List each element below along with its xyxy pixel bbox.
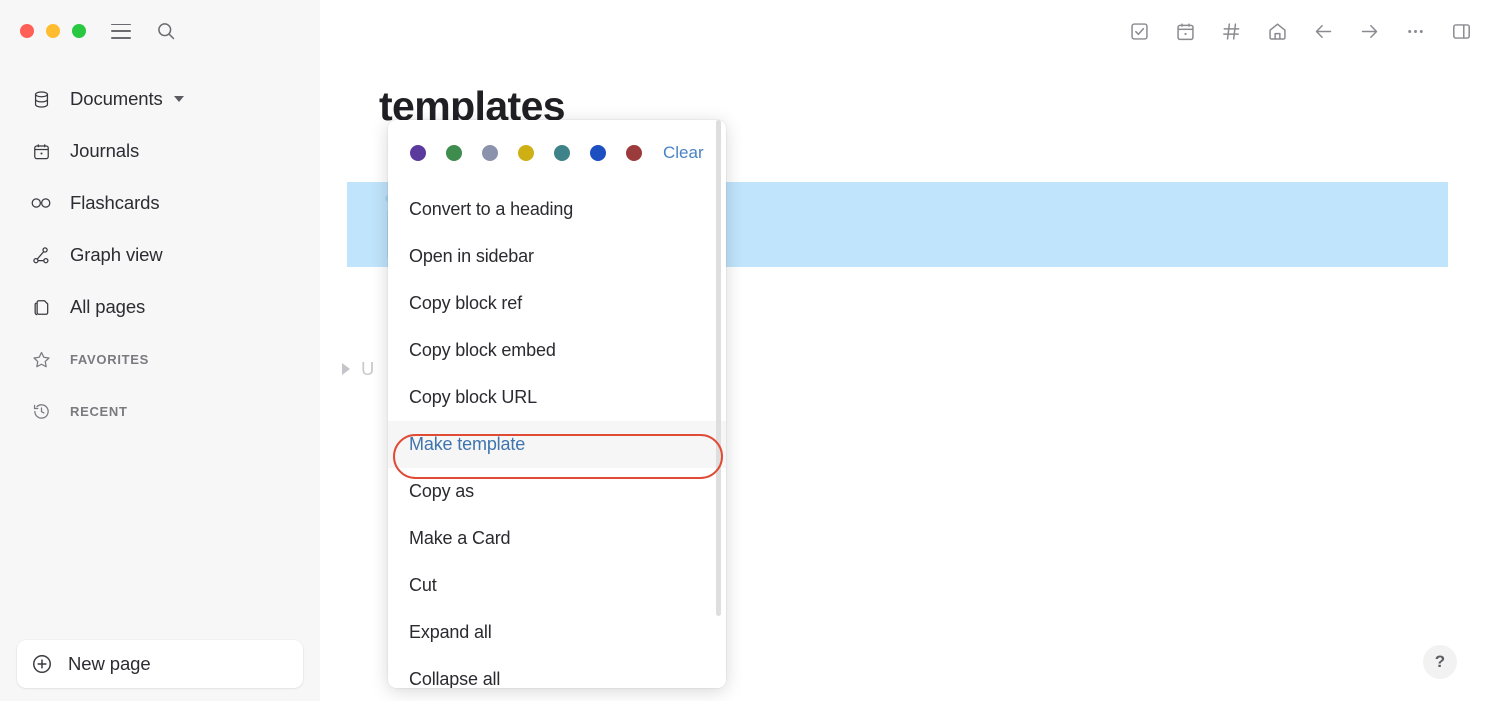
sidebar-item-graph-view[interactable]: Graph view: [0, 229, 320, 281]
close-window-button[interactable]: [20, 24, 34, 38]
menu-item-label: Copy block ref: [409, 293, 522, 313]
calendar-icon[interactable]: [1172, 18, 1198, 44]
plus-circle-icon: [30, 652, 54, 676]
home-icon[interactable]: [1264, 18, 1290, 44]
color-swatch-yellow[interactable]: [518, 145, 534, 161]
sidebar-nav: Documents Journals Flashcards Graph view…: [0, 73, 320, 437]
history-icon: [30, 400, 52, 422]
star-icon: [30, 348, 52, 370]
collapsed-block-label: U: [361, 358, 375, 379]
menu-item-label: Convert to a heading: [409, 199, 574, 219]
menu-item-cut[interactable]: Cut: [388, 562, 726, 609]
sidebar-section-favorites[interactable]: FAVORITES: [0, 333, 320, 385]
scrollbar-thumb[interactable]: [716, 120, 721, 616]
right-sidebar-icon[interactable]: [1448, 18, 1474, 44]
todo-icon[interactable]: [1126, 18, 1152, 44]
sidebar-item-label: Journals: [70, 140, 140, 161]
chevron-down-icon[interactable]: [173, 96, 184, 102]
menu-item-copy-block-ref[interactable]: Copy block ref: [388, 280, 726, 327]
color-swatch-row: Clear: [388, 120, 726, 186]
help-button[interactable]: ?: [1423, 645, 1457, 679]
color-swatch-purple[interactable]: [410, 145, 426, 161]
menu-item-expand-all[interactable]: Expand all: [388, 609, 726, 656]
color-swatch-red[interactable]: [626, 145, 642, 161]
minimize-window-button[interactable]: [46, 24, 60, 38]
sidebar-item-label: Documents: [70, 88, 163, 109]
context-menu-items: Convert to a heading Open in sidebar Cop…: [388, 186, 726, 688]
menu-item-label: Make a Card: [409, 528, 511, 548]
menu-item-copy-block-embed[interactable]: Copy block embed: [388, 327, 726, 374]
app-window: Documents Journals Flashcards Graph view…: [0, 0, 1500, 701]
menu-item-open-in-sidebar[interactable]: Open in sidebar: [388, 233, 726, 280]
hamburger-icon[interactable]: [111, 23, 131, 39]
menu-item-make-template[interactable]: Make template: [388, 421, 726, 468]
database-icon: [30, 88, 52, 110]
arrow-right-icon[interactable]: [1356, 18, 1382, 44]
context-menu-scrollbar: [716, 120, 721, 688]
menu-item-label: Open in sidebar: [409, 246, 534, 266]
sidebar-item-label: Flashcards: [70, 192, 160, 213]
top-toolbar: [1126, 18, 1474, 44]
block-context-menu: Clear Convert to a heading Open in sideb…: [388, 120, 726, 688]
menu-item-make-a-card[interactable]: Make a Card: [388, 515, 726, 562]
clear-color-button[interactable]: Clear: [663, 143, 704, 163]
window-controls: [20, 20, 177, 42]
color-swatch-green[interactable]: [446, 145, 462, 161]
menu-item-label: Cut: [409, 575, 437, 595]
sidebar-item-all-pages[interactable]: All pages: [0, 281, 320, 333]
menu-item-label: Copy as: [409, 481, 474, 501]
color-swatch-teal[interactable]: [554, 145, 570, 161]
collapsed-block[interactable]: U: [342, 358, 374, 380]
new-page-label: New page: [68, 653, 151, 674]
menu-item-label: Expand all: [409, 622, 492, 642]
ellipsis-icon[interactable]: [1402, 18, 1428, 44]
menu-item-label: Copy block embed: [409, 340, 556, 360]
sidebar-item-documents[interactable]: Documents: [0, 73, 320, 125]
arrow-left-icon[interactable]: [1310, 18, 1336, 44]
calendar-icon: [30, 140, 52, 162]
sidebar-item-label: All pages: [70, 296, 146, 317]
sidebar-section-label: RECENT: [70, 403, 128, 419]
menu-item-label: Collapse all: [409, 669, 501, 688]
color-swatch-blue[interactable]: [590, 145, 606, 161]
sidebar-item-flashcards[interactable]: Flashcards: [0, 177, 320, 229]
infinity-icon: [30, 192, 52, 214]
menu-item-label: Make template: [409, 434, 526, 454]
menu-item-copy-block-url[interactable]: Copy block URL: [388, 374, 726, 421]
sidebar: Documents Journals Flashcards Graph view…: [0, 0, 320, 701]
chevron-right-icon[interactable]: [342, 363, 350, 375]
hash-icon[interactable]: [1218, 18, 1244, 44]
menu-item-collapse-all[interactable]: Collapse all: [388, 656, 726, 688]
menu-item-convert-to-a-heading[interactable]: Convert to a heading: [388, 186, 726, 233]
sidebar-section-recent[interactable]: RECENT: [0, 385, 320, 437]
color-swatch-gray[interactable]: [482, 145, 498, 161]
sidebar-item-journals[interactable]: Journals: [0, 125, 320, 177]
sidebar-section-label: FAVORITES: [70, 351, 150, 367]
menu-item-copy-as[interactable]: Copy as: [388, 468, 726, 515]
search-icon[interactable]: [155, 20, 177, 42]
maximize-window-button[interactable]: [72, 24, 86, 38]
graph-icon: [30, 244, 52, 266]
pages-icon: [30, 296, 52, 318]
new-page-button[interactable]: New page: [17, 640, 303, 688]
sidebar-item-label: Graph view: [70, 244, 163, 265]
menu-item-label: Copy block URL: [409, 387, 537, 407]
